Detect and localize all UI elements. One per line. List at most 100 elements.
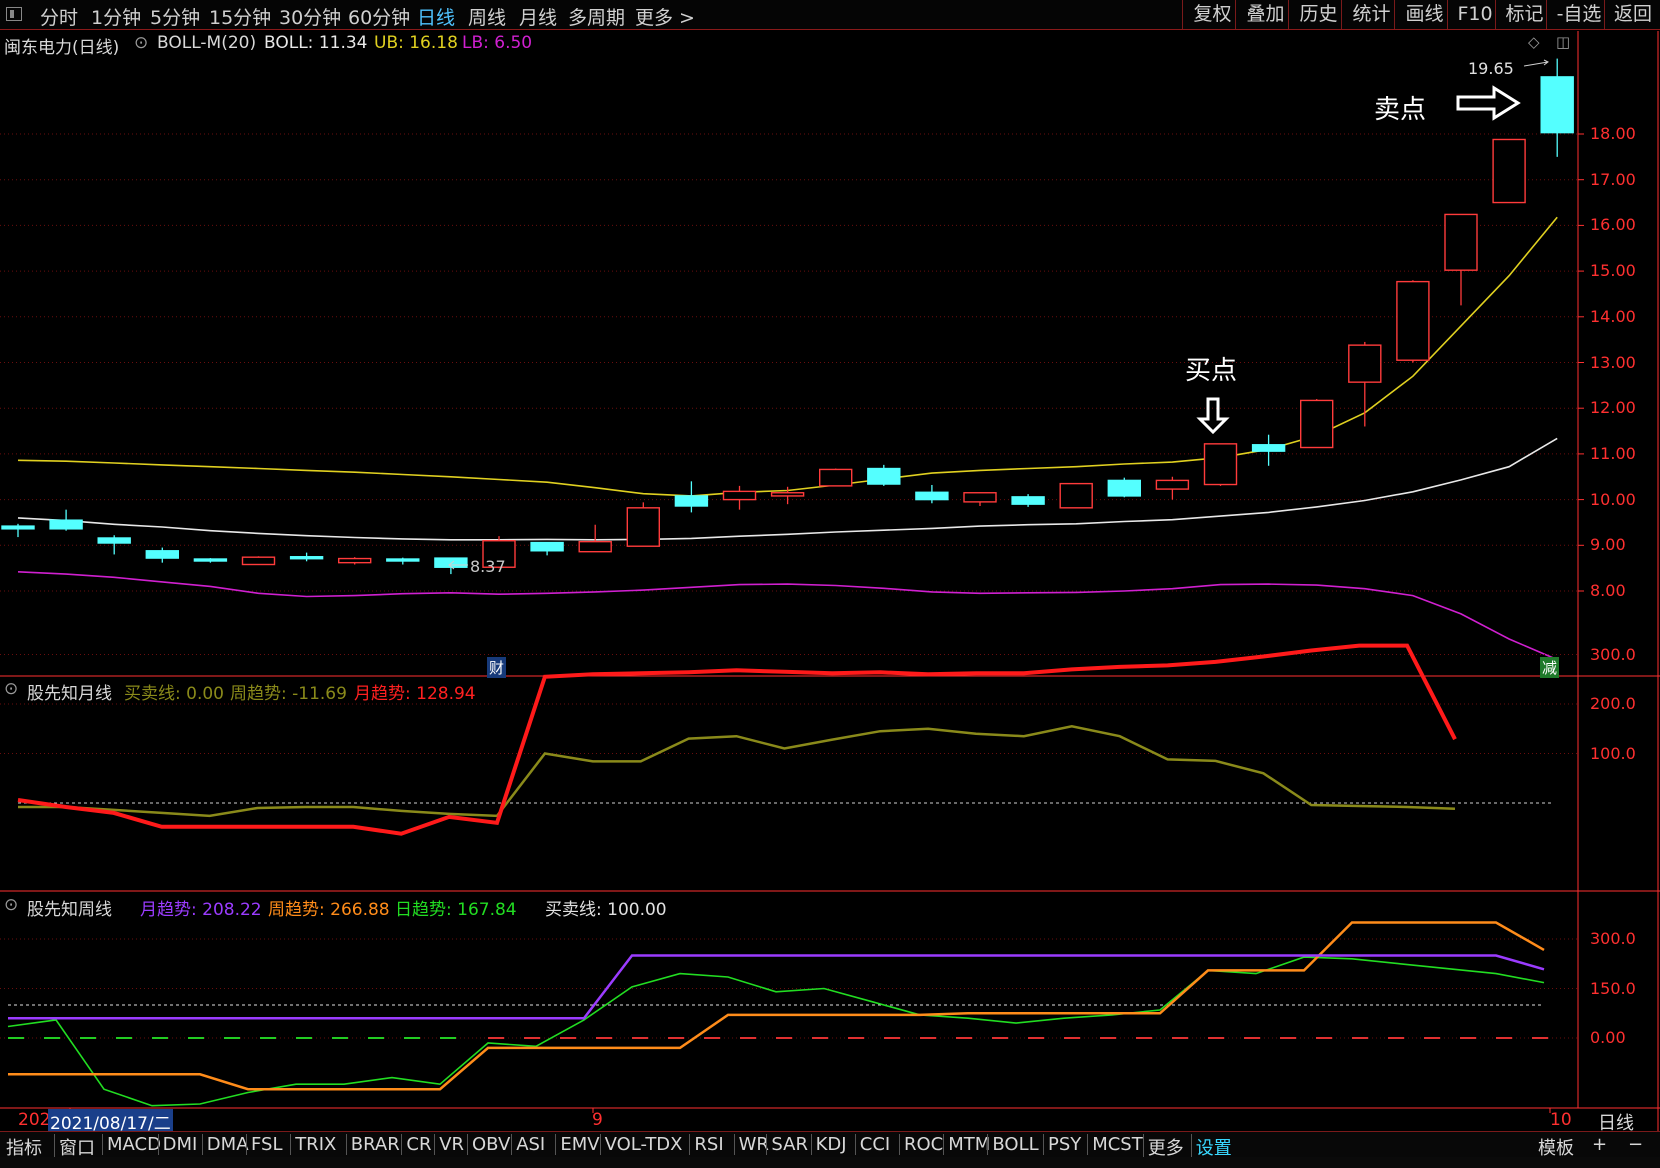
tf-monthly[interactable]: 月线: [519, 3, 557, 30]
remove-button[interactable]: −: [1628, 1134, 1643, 1155]
candle-body: [819, 468, 853, 487]
boll-value: BOLL: 11.34: [264, 33, 368, 53]
tab-dma[interactable]: DMA: [201, 1134, 249, 1155]
annotation-buy: 买点: [1185, 356, 1238, 386]
candle-body: [578, 540, 612, 553]
tab-trix[interactable]: TRIX: [290, 1134, 336, 1155]
badge-jian[interactable]: 减: [1540, 657, 1560, 678]
price-tick-label: 9.00: [1590, 535, 1626, 555]
tab-cci[interactable]: CCI: [854, 1134, 890, 1155]
tool-tongji[interactable]: 统计: [1341, 0, 1401, 29]
panel2-weekly-trend-line: [18, 725, 1456, 818]
indicator-tab-bar: 指标 窗口 MACD DMI DMA FSL TRIX BRAR CR VR OBV ASI EMV VO…: [0, 1131, 1660, 1160]
candle-body: [49, 519, 83, 530]
tab-rsi[interactable]: RSI: [689, 1134, 724, 1155]
tab-cr[interactable]: CR: [401, 1134, 431, 1155]
diamond-icon[interactable]: ◇: [1528, 33, 1540, 51]
candle-body: [1444, 213, 1478, 271]
tab-vol-tdx[interactable]: VOL-TDX: [599, 1134, 683, 1155]
tab-mcst[interactable]: MCST: [1087, 1134, 1143, 1155]
tf-60min[interactable]: 60分钟: [348, 3, 410, 30]
tab-vr[interactable]: VR: [434, 1134, 464, 1155]
tool-biaoji[interactable]: 标记: [1495, 0, 1553, 29]
candle-body: [1059, 482, 1093, 509]
tab-wr[interactable]: WR: [733, 1134, 769, 1155]
tab-mtm[interactable]: MTM: [943, 1134, 990, 1155]
tab-brar[interactable]: BRAR: [345, 1134, 400, 1155]
high-marker: 19.65: [1468, 59, 1514, 78]
price-tick-label: 14.00: [1590, 306, 1636, 326]
price-tick-label: 8.00: [1590, 581, 1626, 600]
buy-arrow-icon: [1196, 397, 1230, 435]
panel3-legend-item: 日趋势: 167.84: [395, 900, 517, 920]
lb-value: LB: 6.50: [462, 33, 533, 53]
candle-body: [1251, 444, 1286, 452]
tf-5min[interactable]: 5分钟: [150, 3, 200, 30]
candle-body: [963, 492, 997, 503]
tab-obv[interactable]: OBV: [467, 1134, 510, 1155]
tf-multi[interactable]: 多周期: [568, 3, 625, 30]
panel3-monthly-trend-line: [8, 954, 1545, 1020]
tab-psy[interactable]: PSY: [1043, 1134, 1081, 1155]
tab-asi[interactable]: ASI: [511, 1134, 545, 1155]
xaxis-start: 202: [18, 1110, 51, 1130]
status-row: [0, 1157, 1660, 1168]
tab-boll[interactable]: BOLL: [987, 1134, 1039, 1155]
tf-more[interactable]: 更多 >: [635, 3, 695, 30]
candle-body: [1107, 479, 1142, 497]
candle-body: [770, 492, 805, 497]
tf-weekly[interactable]: 周线: [468, 3, 506, 30]
price-tick-label: 11.00: [1590, 443, 1636, 463]
tool-diejia[interactable]: 叠加: [1235, 0, 1295, 29]
tool-huaxian[interactable]: 画线: [1394, 0, 1454, 29]
panel2-tick-label: 100.0: [1590, 743, 1636, 763]
tool-f10[interactable]: F10: [1447, 0, 1502, 29]
price-tick-label: 10.00: [1590, 489, 1636, 509]
panel2-legend-item: 周趋势: -11.69: [230, 684, 347, 704]
panel3-collapse-icon[interactable]: ⊙: [4, 895, 18, 915]
candle-body: [1348, 344, 1382, 383]
candle-body: [1203, 443, 1238, 486]
panel2-collapse-icon[interactable]: ⊙: [4, 679, 18, 699]
panel2-monthly-trend-line: [17, 643, 1457, 836]
chart-canvas[interactable]: [0, 0, 1660, 1168]
tf-fenshi[interactable]: 分时: [40, 3, 78, 30]
tab-kdj[interactable]: KDJ: [810, 1134, 847, 1155]
tab-emv[interactable]: EMV: [555, 1134, 600, 1155]
tab-macd[interactable]: MACD: [102, 1134, 161, 1155]
tab-roc[interactable]: ROC: [899, 1134, 943, 1155]
tab-sar[interactable]: SAR: [766, 1134, 808, 1155]
tab-dmi[interactable]: DMI: [157, 1134, 197, 1155]
panel3-daily-trend-line: [7, 956, 1545, 1107]
badge-cai[interactable]: 财: [487, 657, 507, 678]
annotation-sell: 卖点: [1374, 95, 1427, 125]
add-button[interactable]: +: [1592, 1134, 1607, 1155]
collapse-icon[interactable]: ⊙: [134, 33, 148, 53]
high-arrow-icon: [1523, 59, 1549, 67]
tab-fsl[interactable]: FSL: [246, 1134, 283, 1155]
tool-fuquan[interactable]: 复权: [1182, 0, 1242, 29]
indicator-name[interactable]: BOLL-M(20): [157, 33, 256, 53]
stock-name: 闽东电力(日线): [4, 38, 120, 58]
tf-30min[interactable]: 30分钟: [279, 3, 341, 30]
tool-zixuan[interactable]: -自选: [1546, 0, 1611, 29]
tf-15min[interactable]: 15分钟: [209, 3, 271, 30]
panel-window-icon[interactable]: ◫: [1556, 33, 1570, 51]
tool-lishi[interactable]: 历史: [1288, 0, 1348, 29]
panel3-tick-label: 300.0: [1590, 929, 1636, 948]
candle-body: [626, 507, 660, 547]
tf-daily[interactable]: 日线: [417, 3, 455, 30]
candle-body: [674, 495, 709, 507]
panel3-title[interactable]: 股先知周线: [27, 895, 112, 920]
tool-fanhui[interactable]: 返回: [1604, 0, 1660, 29]
panel2-title[interactable]: 股先知月线: [27, 679, 112, 704]
tf-1min[interactable]: 1分钟: [91, 3, 141, 30]
candle-body: [530, 541, 564, 552]
panel3-legend-item: 月趋势: 208.22: [140, 900, 262, 920]
window-toggle-icon[interactable]: [6, 7, 22, 21]
candle-body: [722, 490, 757, 501]
candle-body: [434, 557, 468, 568]
price-tick-label: 16.00: [1590, 215, 1636, 235]
candle-body: [386, 558, 420, 562]
candle-body: [1540, 76, 1574, 134]
